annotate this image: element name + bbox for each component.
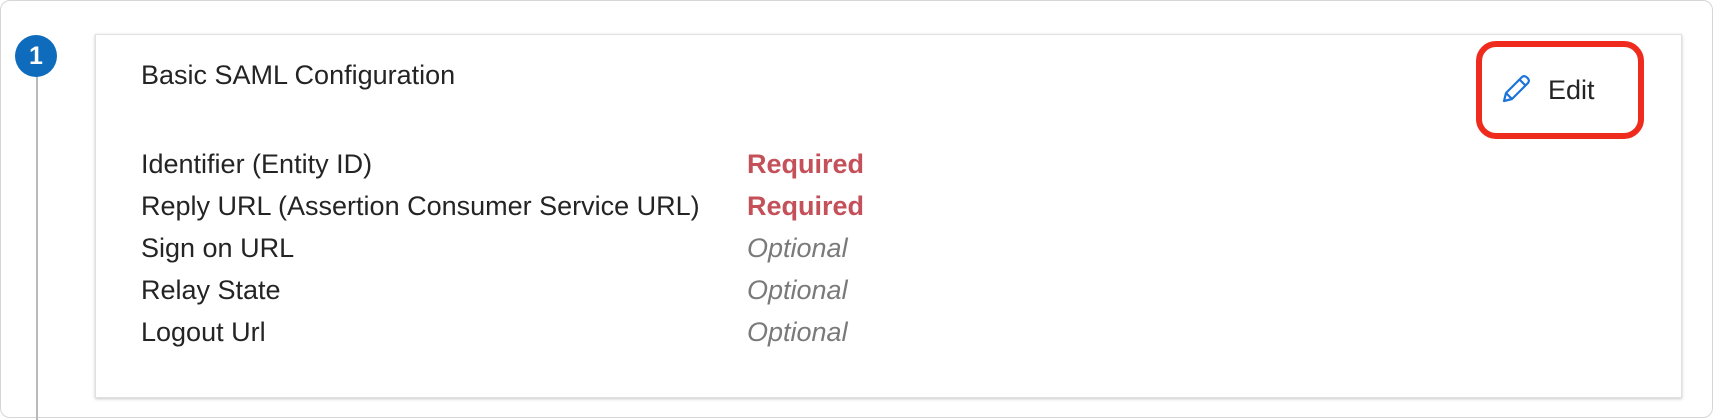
field-label: Logout Url <box>141 317 266 347</box>
card-title: Basic SAML Configuration <box>141 60 456 90</box>
optional-status: Optional <box>747 233 848 263</box>
field-label: Identifier (Entity ID) <box>141 149 373 179</box>
edit-button-label: Edit <box>1548 74 1595 105</box>
required-status: Required <box>747 149 865 179</box>
optional-status: Optional <box>747 275 848 305</box>
field-label: Reply URL (Assertion Consumer Service UR… <box>141 191 700 221</box>
required-status: Required <box>747 191 865 221</box>
optional-status: Optional <box>747 317 848 347</box>
field-label: Relay State <box>141 275 281 305</box>
field-label: Sign on URL <box>141 233 295 263</box>
step-connector-line <box>36 70 38 420</box>
step-number-badge: 1 <box>15 35 57 77</box>
edit-button[interactable]: Edit <box>1496 65 1595 115</box>
basic-saml-configuration-card: Basic SAML Configuration Edit Identifier… <box>95 34 1682 398</box>
pencil-icon <box>1496 71 1534 109</box>
